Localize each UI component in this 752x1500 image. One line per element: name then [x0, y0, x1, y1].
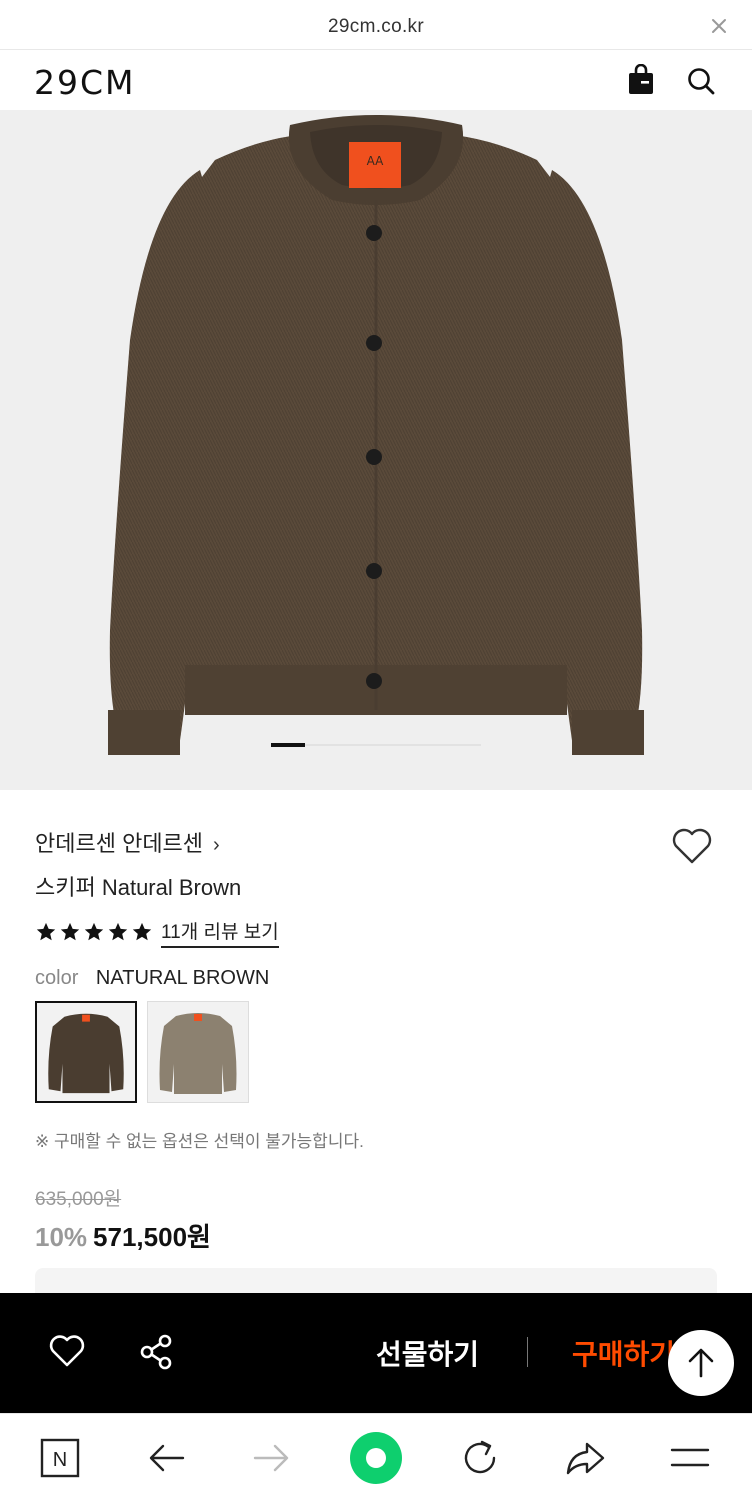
star-icon [60, 922, 80, 941]
search-icon[interactable] [686, 66, 716, 96]
forward-arrow-icon[interactable] [249, 1436, 293, 1480]
product-title: 스키퍼 Natural Brown [35, 875, 242, 900]
discount-rate: 10% [35, 1222, 88, 1252]
color-label: color [35, 967, 79, 989]
browser-toolbar: N [0, 1413, 752, 1500]
product-image: AA [108, 115, 644, 755]
share-icon[interactable] [138, 1333, 176, 1371]
site-logo[interactable]: 29CM [34, 63, 136, 102]
sale-price: 571,500원 [93, 1222, 211, 1252]
close-icon[interactable] [710, 17, 728, 35]
rating-row: 11개 리뷰 보기 [35, 917, 279, 948]
color-value: NATURAL BROWN [95, 967, 270, 989]
arrow-up-icon [688, 1348, 714, 1378]
review-link[interactable]: 11개 리뷰 보기 [161, 917, 279, 948]
svg-text:AA: AA [367, 154, 385, 168]
product-image-carousel[interactable]: AA [0, 110, 752, 790]
like-heart-icon[interactable] [48, 1333, 86, 1369]
buy-button[interactable]: 구매하기 [572, 1333, 675, 1373]
site-header: 29CM [0, 50, 752, 110]
pager-active-indicator [271, 743, 305, 747]
star-icon [132, 922, 152, 941]
swatch-natural-brown[interactable] [35, 1001, 137, 1103]
wishlist-heart-icon[interactable] [670, 826, 714, 866]
star-icon [36, 922, 56, 941]
back-arrow-icon[interactable] [145, 1436, 189, 1480]
scroll-to-top-button[interactable] [668, 1330, 734, 1396]
brand-link[interactable]: 안데르센 안데르센 › [35, 826, 220, 858]
swatch-beige-image [148, 1002, 248, 1102]
star-icon [108, 922, 128, 941]
star-rating [35, 921, 153, 943]
carousel-pager [271, 743, 481, 747]
purchase-bar: 선물하기 구매하기 [0, 1293, 752, 1413]
shopping-bag-icon[interactable] [626, 64, 656, 96]
refresh-icon[interactable] [458, 1436, 502, 1480]
chevron-right-icon: › [213, 834, 220, 856]
original-price: 635,000원 [35, 1189, 122, 1210]
url-text[interactable]: 29cm.co.kr [0, 16, 752, 38]
brand-name[interactable]: 안데르센 안데르센 [35, 831, 203, 856]
star-icon [84, 922, 104, 941]
button-divider [527, 1337, 528, 1367]
swatch-beige[interactable] [147, 1001, 249, 1103]
naver-n-icon[interactable]: N [38, 1436, 82, 1480]
color-option-row: color NATURAL BROWN [35, 967, 269, 990]
option-notice: ※ 구매할 수 없는 옵션은 선택이 불가능합니다. [35, 1132, 364, 1151]
browser-url-bar[interactable]: 29cm.co.kr [0, 0, 752, 50]
swatch-brown-image [37, 1003, 135, 1101]
menu-icon[interactable] [668, 1436, 712, 1480]
gift-button[interactable]: 선물하기 [376, 1333, 479, 1373]
home-circle-icon[interactable] [348, 1430, 404, 1486]
sale-price-row: 10% 571,500원 [35, 1217, 211, 1254]
naver-n-label: N [53, 1449, 67, 1471]
share-arrow-icon[interactable] [563, 1436, 607, 1480]
